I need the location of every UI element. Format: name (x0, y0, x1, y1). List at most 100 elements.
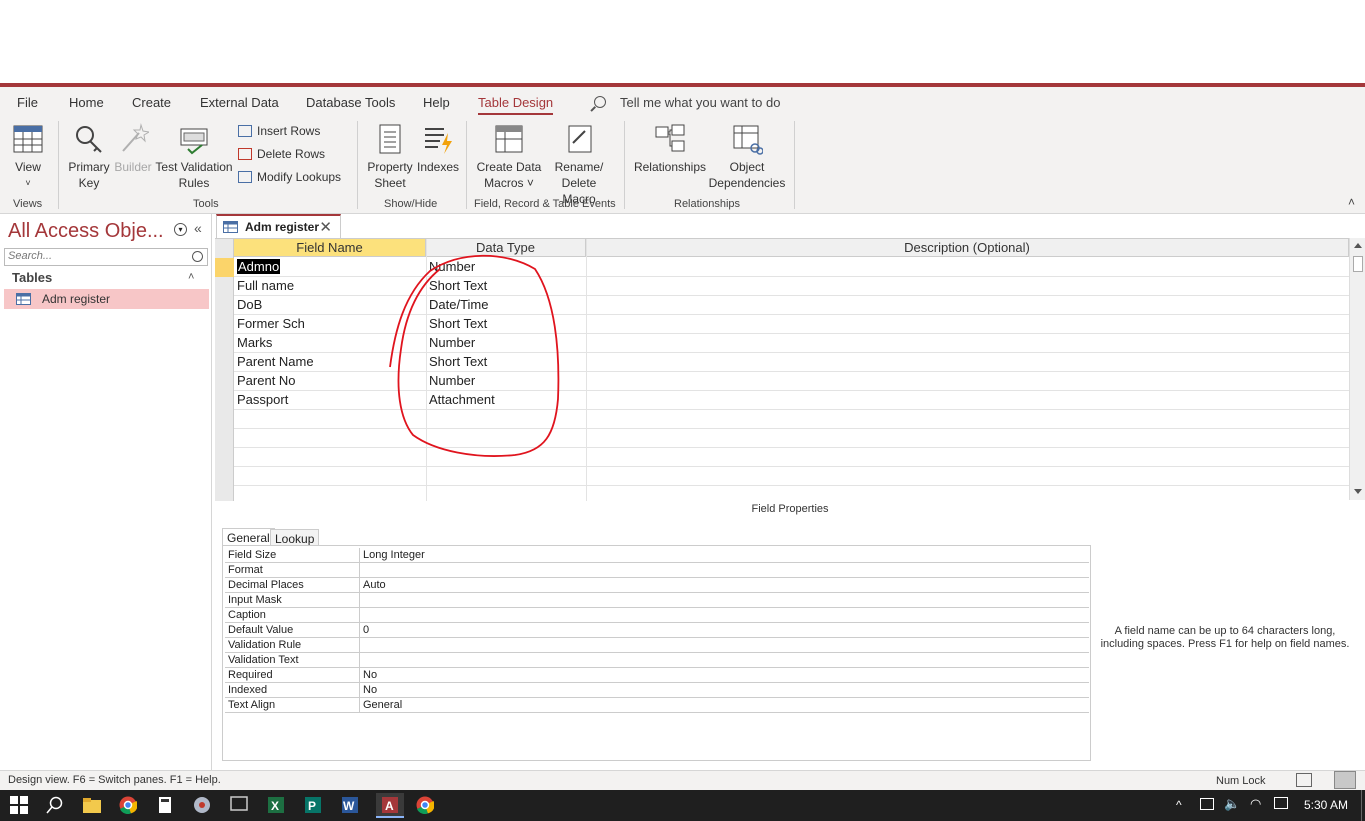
chrome-icon[interactable] (416, 796, 436, 816)
property-value[interactable]: Long Integer (363, 549, 425, 561)
rename-delete-macro-button[interactable]: Rename/ Delete Macro (546, 123, 612, 207)
nav-pane-title[interactable]: All Access Obje... (8, 220, 164, 243)
property-row[interactable]: Input Mask (225, 593, 1089, 608)
svg-text:P: P (308, 799, 316, 813)
menu-file[interactable]: File (17, 95, 38, 110)
access-taskbar-icon[interactable]: A (376, 793, 404, 818)
word-icon[interactable]: W (341, 796, 361, 816)
property-row[interactable]: Format (225, 563, 1089, 578)
property-value[interactable]: Auto (363, 579, 386, 591)
field-help-text: A field name can be up to 64 characters … (1100, 625, 1350, 650)
object-dependencies-button[interactable]: Object Dependencies (706, 123, 788, 191)
search-icon[interactable] (46, 796, 66, 816)
file-explorer-icon[interactable] (82, 796, 102, 816)
menu-create[interactable]: Create (132, 95, 171, 110)
primary-key-button[interactable]: Primary Key (64, 123, 114, 191)
app-window-icon[interactable] (230, 796, 250, 816)
insert-rows-icon (238, 125, 252, 137)
menu-help[interactable]: Help (423, 95, 450, 110)
group-separator (624, 121, 625, 209)
scrollbar-thumb[interactable] (1353, 256, 1363, 272)
shutter-bar-close-icon[interactable]: « (194, 220, 202, 236)
design-view-icon[interactable] (1334, 771, 1356, 789)
property-row[interactable]: Field Size Long Integer (225, 548, 1089, 563)
calculator-icon[interactable] (157, 796, 177, 816)
insert-rows-label: Insert Rows (257, 124, 321, 138)
tables-section-header[interactable]: Tables (12, 270, 52, 285)
rename-macro-icon (563, 123, 595, 155)
svg-text:A: A (385, 799, 394, 813)
document-tab-label: Adm register (245, 220, 320, 234)
search-icon (594, 96, 606, 108)
menu-table-design[interactable]: Table Design (478, 95, 554, 115)
status-bar: Design view. F6 = Switch panes. F1 = Hel… (0, 770, 1365, 790)
field-properties-title: Field Properties (751, 503, 829, 515)
delete-rows-button[interactable]: Delete Rows (238, 147, 325, 161)
scroll-down-icon[interactable] (1354, 489, 1362, 494)
property-value[interactable]: No (363, 684, 377, 696)
chevron-up-icon[interactable]: ^ (1176, 798, 1182, 812)
key-icon (73, 123, 105, 155)
property-value[interactable]: General (363, 699, 402, 711)
primary-key-label-1: Primary (68, 160, 110, 174)
property-row[interactable]: Caption (225, 608, 1089, 623)
menu-external-data[interactable]: External Data (200, 95, 279, 110)
property-row[interactable]: Indexed No (225, 683, 1089, 698)
nav-item-adm-register[interactable]: Adm register (4, 289, 209, 309)
menu-database-tools[interactable]: Database Tools (306, 95, 395, 110)
property-row[interactable]: Text Align General (225, 698, 1089, 713)
property-row[interactable]: Decimal Places Auto (225, 578, 1089, 593)
object-dependencies-icon (731, 123, 764, 155)
taskbar-clock[interactable]: 5:30 AM (1304, 798, 1348, 812)
table-icon (16, 293, 31, 308)
indexes-button[interactable]: Indexes (416, 123, 460, 175)
tell-me-search[interactable]: Tell me what you want to do (594, 95, 780, 110)
property-sheet-label-2: Sheet (374, 176, 406, 190)
chrome-icon[interactable] (119, 796, 139, 816)
property-name: Validation Rule (228, 639, 302, 651)
wifi-icon[interactable]: ◠ (1250, 796, 1261, 812)
property-name: Caption (228, 609, 266, 621)
group-label-show-hide: Show/Hide (384, 198, 438, 210)
excel-icon[interactable]: X (267, 796, 287, 816)
property-name: Text Align (228, 699, 276, 711)
magic-wand-icon (117, 123, 151, 155)
builder-label: Builder (114, 160, 152, 174)
nav-menu-dropdown-icon[interactable]: ▾ (174, 223, 187, 236)
builder-button[interactable]: Builder (110, 123, 156, 175)
nav-search-input[interactable]: Search... (4, 248, 208, 266)
grid-vertical-scrollbar[interactable] (1349, 238, 1365, 500)
property-row[interactable]: Required No (225, 668, 1089, 683)
view-button[interactable]: View ˅ (8, 123, 48, 191)
snipping-tool-icon[interactable] (193, 796, 213, 816)
insert-rows-button[interactable]: Insert Rows (238, 124, 320, 138)
relationships-button[interactable]: Relationships (632, 123, 708, 175)
notification-icon[interactable] (1274, 797, 1288, 809)
volume-icon[interactable]: 🔈 (1224, 796, 1240, 812)
scroll-up-icon[interactable] (1354, 243, 1362, 248)
show-desktop-button[interactable] (1361, 790, 1365, 821)
nav-search-placeholder: Search... (8, 250, 53, 262)
battery-icon[interactable] (1200, 798, 1214, 810)
property-row[interactable]: Validation Text (225, 653, 1089, 668)
collapse-section-icon[interactable]: ˄ (188, 271, 194, 283)
document-tab-adm-register[interactable]: Adm register ✕ (216, 214, 341, 238)
property-sheet-button[interactable]: Property Sheet (364, 123, 416, 191)
property-value[interactable]: No (363, 669, 377, 681)
windows-start-icon[interactable] (10, 796, 30, 816)
publisher-icon[interactable]: P (304, 796, 324, 816)
collapse-ribbon-icon[interactable]: ˄ (1348, 195, 1355, 209)
delete-rows-label: Delete Rows (257, 147, 326, 161)
create-data-macros-button[interactable]: Create Data Macros ˅ (472, 123, 546, 191)
test-validation-rules-button[interactable]: Test Validation Rules (154, 123, 234, 191)
modify-lookups-label: Modify Lookups (257, 170, 342, 184)
datasheet-view-icon[interactable] (1296, 773, 1312, 787)
close-icon[interactable]: ✕ (319, 218, 332, 236)
modify-lookups-button[interactable]: Modify Lookups (238, 170, 341, 184)
field-properties-grid: Field Size Long Integer Format Decimal Pl… (222, 545, 1091, 761)
property-row[interactable]: Validation Rule (225, 638, 1089, 653)
object-dependencies-label-2: Dependencies (708, 176, 786, 190)
menu-home[interactable]: Home (69, 95, 104, 110)
property-value[interactable]: 0 (363, 624, 369, 636)
property-row[interactable]: Default Value 0 (225, 623, 1089, 638)
